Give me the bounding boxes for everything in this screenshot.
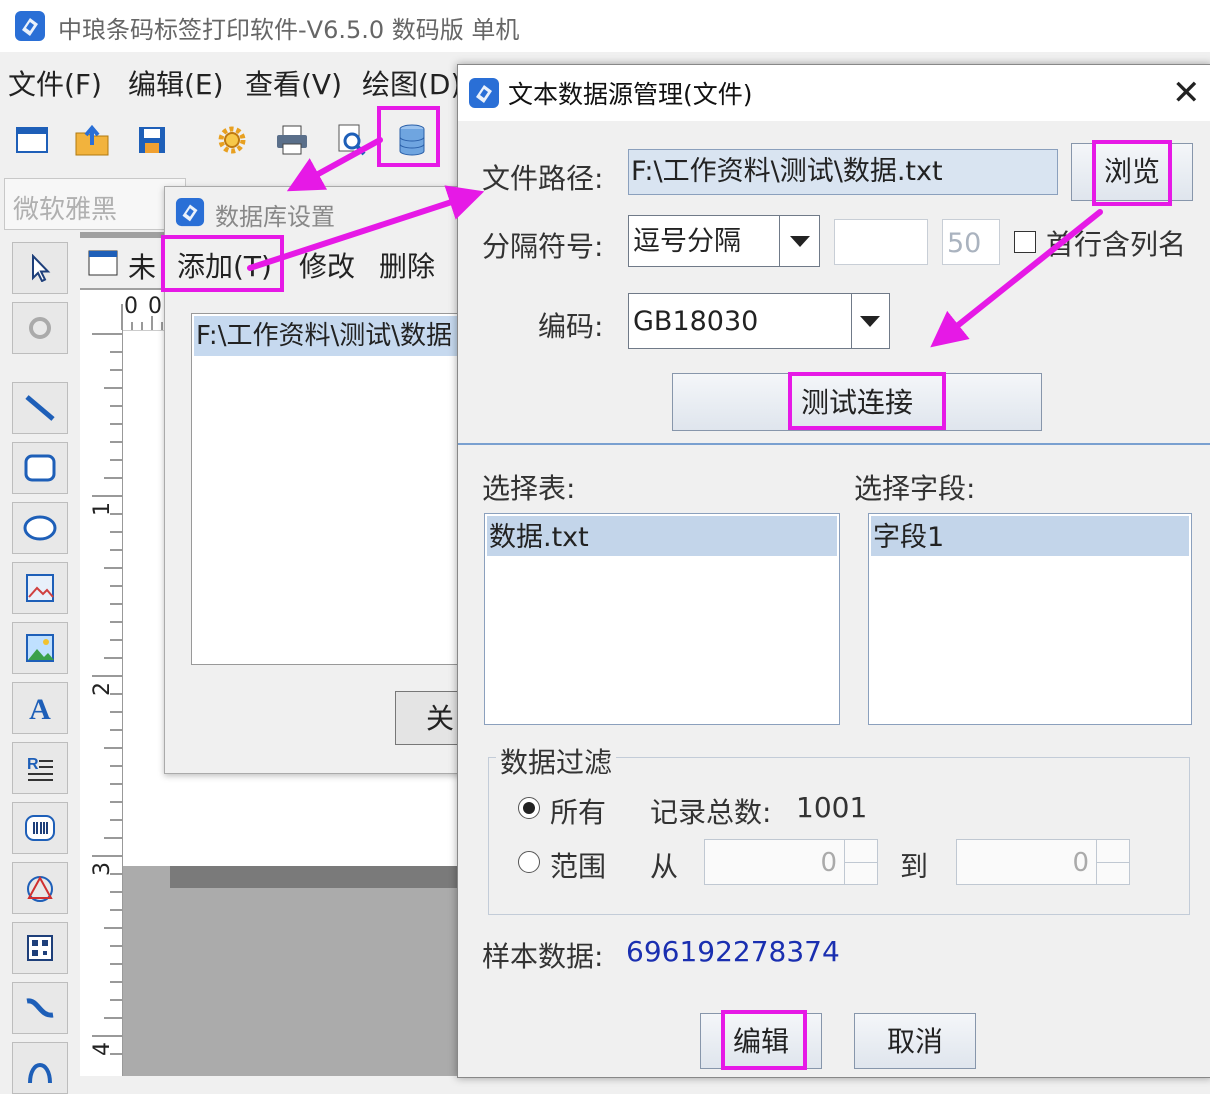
arrow-add-to-datasource xyxy=(247,185,485,271)
arrow-browse-to-test xyxy=(930,209,1103,348)
guide-arrows xyxy=(247,137,1103,348)
arrow-database-to-dialog xyxy=(286,137,383,192)
